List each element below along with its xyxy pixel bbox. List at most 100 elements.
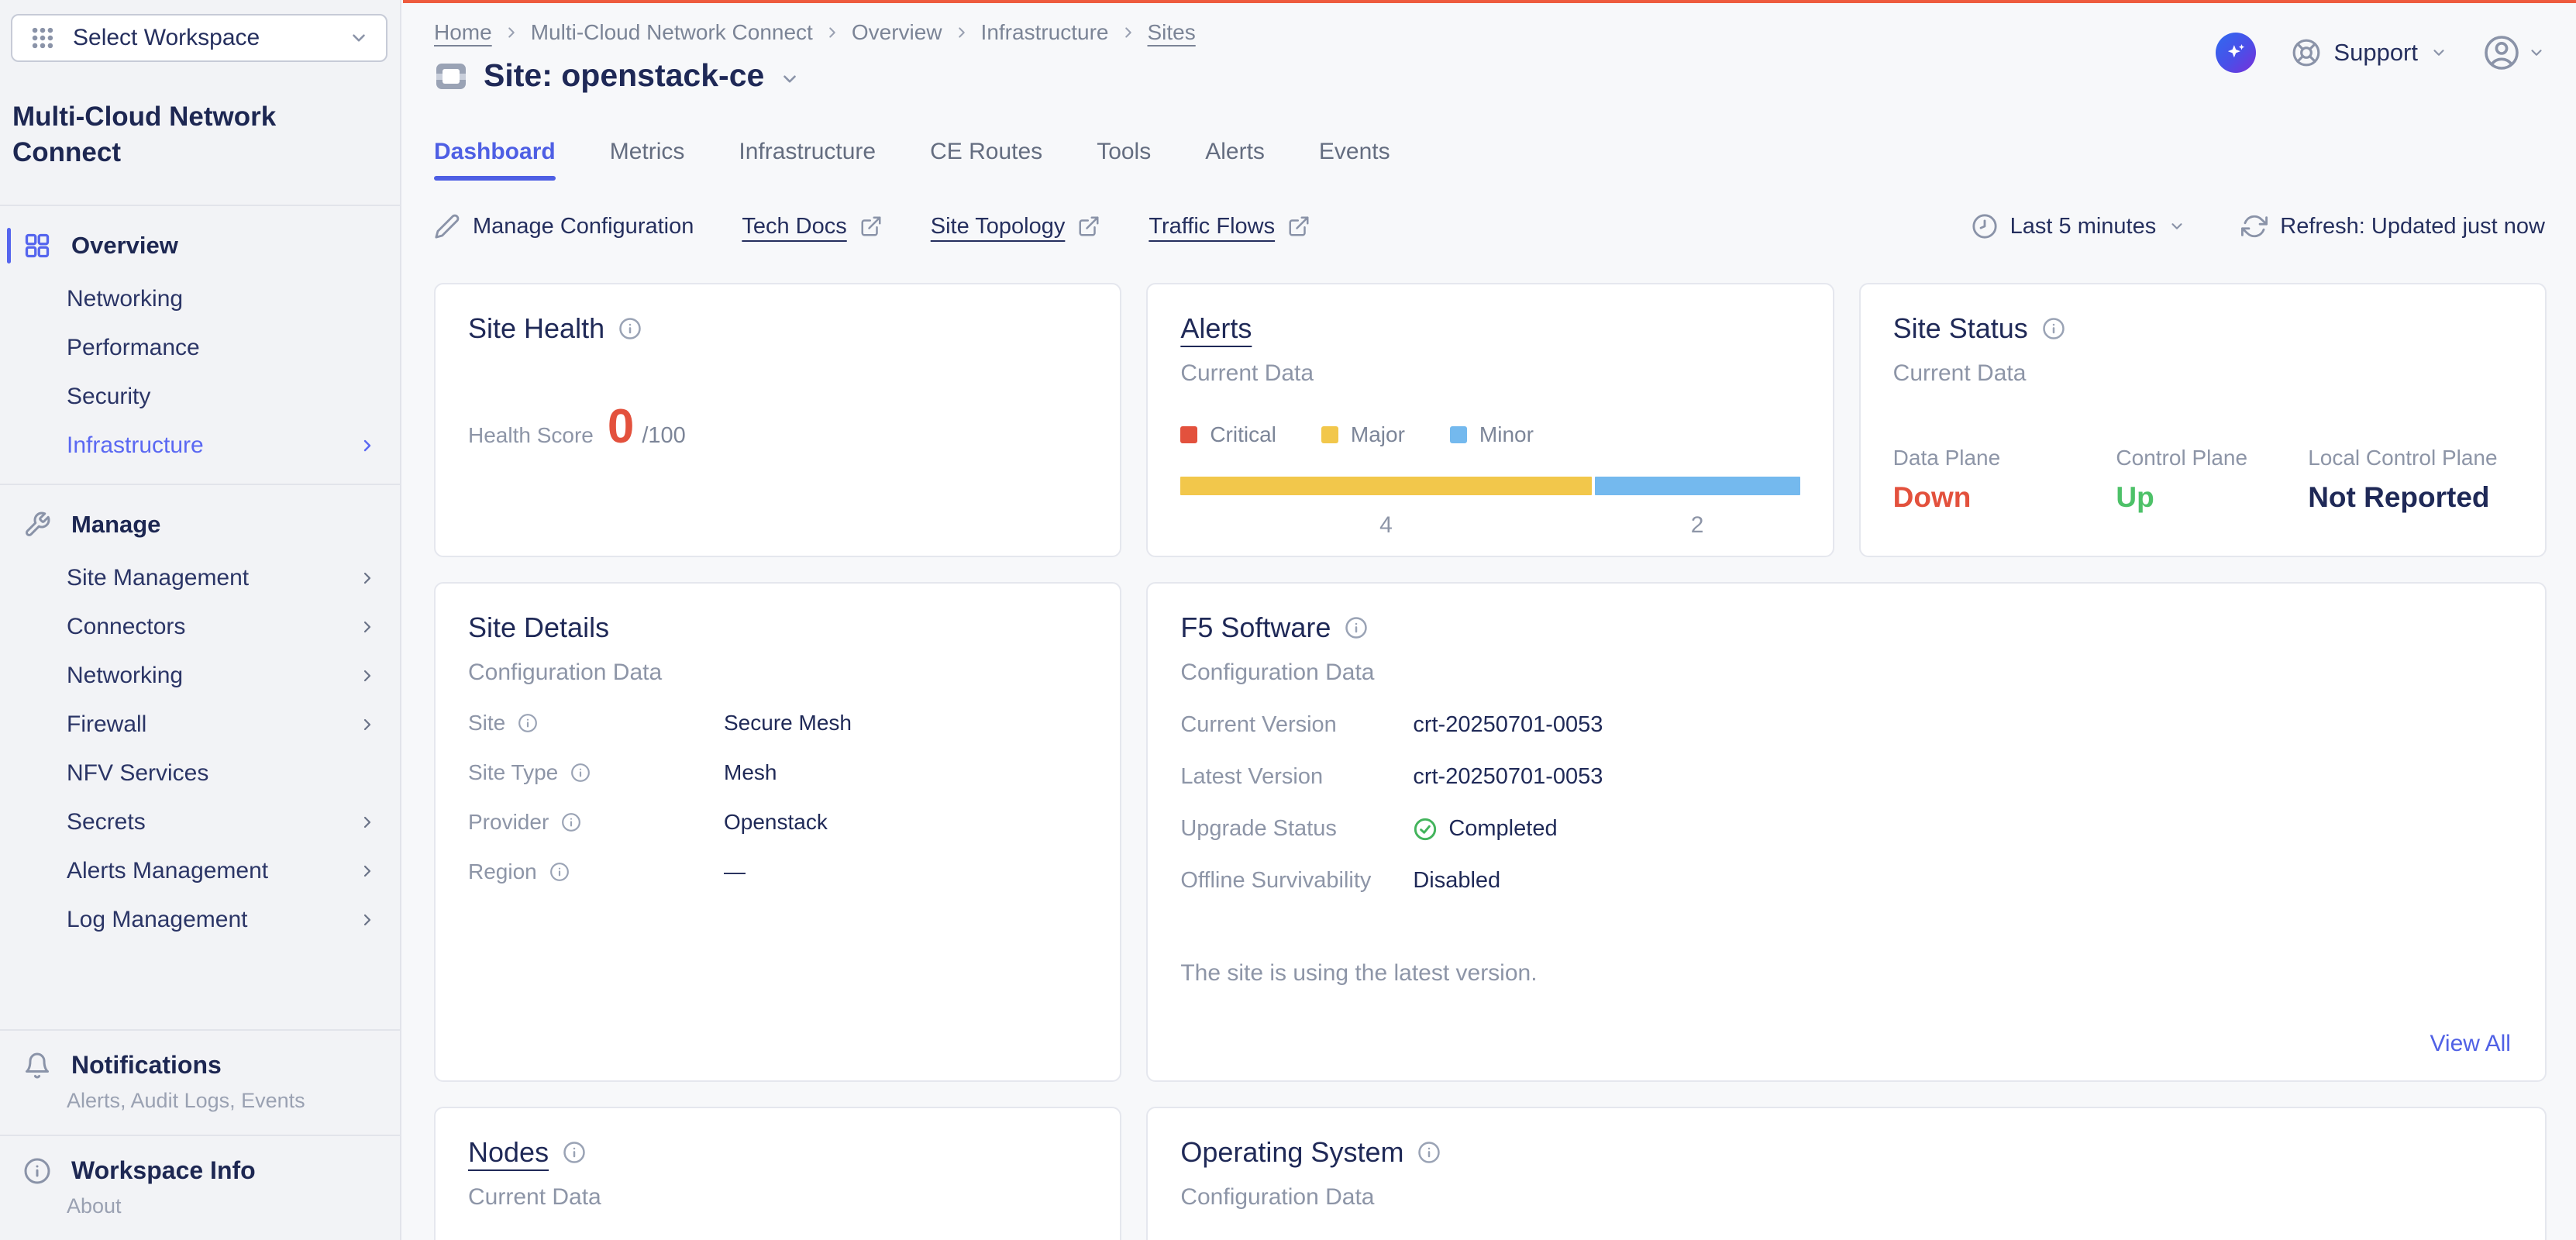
alerts-bar-segment-minor[interactable] [1595,477,1800,495]
info-icon[interactable] [1345,616,1368,639]
sidebar-item-connectors[interactable]: Connectors [0,602,400,651]
info-icon[interactable] [549,862,570,882]
chevron-right-icon [358,569,377,587]
tab-alerts[interactable]: Alerts [1205,139,1265,181]
status-value: Up [2116,481,2308,514]
support-menu[interactable]: Support [2292,38,2447,67]
info-icon[interactable] [2042,317,2065,340]
legend-item-critical: Critical [1180,422,1276,447]
sidebar-item-networking[interactable]: Networking [0,274,400,323]
legend-label: Minor [1479,422,1534,447]
info-icon[interactable] [570,763,591,783]
manage-configuration-label: Manage Configuration [473,214,694,239]
info-icon[interactable] [561,812,581,832]
tab-events[interactable]: Events [1319,139,1390,181]
tab-metrics[interactable]: Metrics [610,139,685,181]
sidebar-item-workspace-info[interactable]: Workspace Info About [0,1136,400,1240]
sidebar-item-overview[interactable]: Overview [0,217,400,274]
view-all-link[interactable]: View All [2430,1031,2511,1057]
nodes-title-link[interactable]: Nodes [468,1136,549,1169]
sidebar-item-performance[interactable]: Performance [0,323,400,372]
sidebar-item-label: Connectors [67,614,185,640]
tech-docs-link[interactable]: Tech Docs [742,214,882,239]
sidebar-item-manage-networking[interactable]: Networking [0,651,400,700]
time-range-selector[interactable]: Last 5 minutes [1972,213,2186,239]
sidebar-item-label: Log Management [67,907,248,933]
spacer [0,944,400,1029]
breadcrumb-overview[interactable]: Overview [852,20,942,45]
sidebar-item-notifications[interactable]: Notifications Alerts, Audit Logs, Events [0,1031,400,1135]
alerts-title-link[interactable]: Alerts [1180,312,1252,345]
detail-value: Mesh [724,760,777,785]
sidebar-item-firewall[interactable]: Firewall [0,700,400,749]
lifebuoy-icon [2292,38,2321,67]
external-link-icon [1077,215,1100,238]
ai-assistant-button[interactable] [2216,33,2256,73]
site-health-card: Site Health Health Score 0 /100 [434,283,1121,557]
tab-ce-routes[interactable]: CE Routes [930,139,1042,181]
chevron-down-icon[interactable] [780,69,800,89]
alerts-bar-labels: 42 [1180,512,1799,539]
sidebar-item-label: Overview [71,232,178,260]
time-range-label: Last 5 minutes [2010,214,2157,239]
legend-label: Critical [1210,422,1276,447]
manage-configuration-button[interactable]: Manage Configuration [434,213,694,239]
tab-infrastructure[interactable]: Infrastructure [739,139,876,181]
legend-swatch [1321,426,1338,443]
sidebar-item-log-management[interactable]: Log Management [0,895,400,944]
breadcrumb-workspace[interactable]: Multi-Cloud Network Connect [531,20,813,45]
sidebar-item-label: Performance [67,335,200,361]
chevron-right-icon [358,813,377,832]
info-icon[interactable] [618,317,642,340]
breadcrumb-infrastructure[interactable]: Infrastructure [981,20,1109,45]
sidebar-item-site-management[interactable]: Site Management [0,553,400,602]
site-details-title: Site Details [468,611,609,644]
bell-icon [23,1052,51,1080]
info-icon[interactable] [563,1141,586,1164]
legend-item-major: Major [1321,422,1405,447]
detail-label: Site Type [468,760,558,785]
chevron-down-icon [349,28,369,48]
workspace-selector-label: Select Workspace [73,25,260,51]
site-status-card: Site Status Current Data Data Plane Down… [1859,283,2547,557]
workspace-selector[interactable]: Select Workspace [11,14,387,62]
sidebar-item-alerts-management[interactable]: Alerts Management [0,846,400,895]
chevron-right-icon [358,715,377,734]
software-label: Latest Version [1180,764,1323,790]
site-details-card: Site Details Configuration Data Site Sec… [434,582,1121,1082]
legend-swatch [1180,426,1197,443]
legend-swatch [1450,426,1467,443]
detail-value: — [724,859,746,884]
site-topology-link[interactable]: Site Topology [931,214,1101,239]
chevron-right-icon [358,618,377,636]
info-icon[interactable] [1417,1141,1441,1164]
user-menu[interactable] [2483,34,2545,71]
alerts-stacked-bar[interactable] [1180,477,1799,495]
sidebar-item-label: Alerts Management [67,858,268,884]
sidebar-item-label: Site Management [67,565,249,591]
breadcrumb-sites[interactable]: Sites [1148,20,1196,45]
sidebar-item-security[interactable]: Security [0,372,400,421]
tab-tools[interactable]: Tools [1097,139,1151,181]
alerts-bar-value: 4 [1180,512,1591,539]
breadcrumb-home[interactable]: Home [434,20,492,45]
sidebar-item-nfv-services[interactable]: NFV Services [0,749,400,797]
sidebar-item-secrets[interactable]: Secrets [0,797,400,846]
software-value: crt-20250701-0053 [1413,712,1603,738]
operating-system-title: Operating System [1180,1136,1403,1169]
software-row-offline-survivability: Offline Survivability Disabled [1180,868,2512,894]
detail-row-region: Region — [468,859,1087,884]
status-col-control-plane: Control Plane Up [2116,446,2308,514]
chevron-right-icon [953,24,970,41]
chevron-down-icon [2528,44,2545,61]
alerts-bar-segment-major[interactable] [1180,477,1591,495]
traffic-flows-label: Traffic Flows [1149,214,1275,239]
breadcrumb: Home Multi-Cloud Network Connect Overvie… [434,20,1196,45]
tab-dashboard[interactable]: Dashboard [434,139,556,181]
sidebar-item-infrastructure[interactable]: Infrastructure [0,421,400,470]
refresh-button[interactable]: Refresh: Updated just now [2241,213,2545,239]
info-icon[interactable] [518,713,538,733]
sidebar-section-manage[interactable]: Manage [0,496,400,553]
chevron-right-icon [358,911,377,929]
traffic-flows-link[interactable]: Traffic Flows [1149,214,1310,239]
